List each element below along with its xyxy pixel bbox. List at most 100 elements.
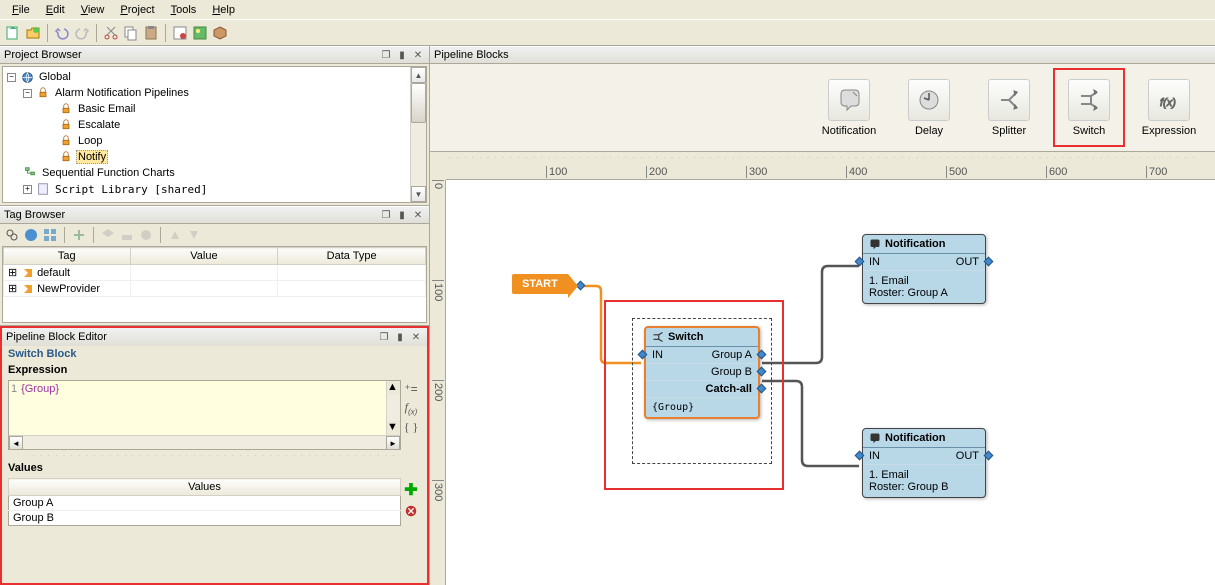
tree-sfc[interactable]: Sequential Function Charts	[40, 167, 177, 179]
table-row[interactable]: Group A	[9, 496, 401, 511]
menu-view[interactable]: View	[73, 2, 113, 18]
port-in[interactable]	[855, 257, 865, 267]
block-editor-title: Pipeline Block Editor	[6, 331, 375, 343]
restore-icon[interactable]: ❐	[377, 330, 391, 344]
switch-block[interactable]: Switch INGroup A Group B Catch-all {Grou…	[644, 326, 760, 419]
notification-block-b[interactable]: Notification INOUT 1. EmailRoster: Group…	[862, 428, 986, 498]
expression-label: Expression	[2, 362, 427, 378]
close-icon[interactable]: ✕	[411, 48, 425, 62]
restore-icon[interactable]: ❐	[379, 208, 393, 222]
palette-expression[interactable]: f(x) Expression	[1133, 68, 1205, 147]
palette-notification[interactable]: Notification	[813, 68, 885, 147]
lock-icon	[59, 150, 73, 164]
tag-e-icon[interactable]	[186, 227, 202, 243]
menu-project[interactable]: Project	[112, 2, 162, 18]
menu-edit[interactable]: Edit	[38, 2, 73, 18]
sfc-icon	[23, 166, 37, 180]
block-palette: Notification Delay Splitter Switch f(x) …	[430, 64, 1215, 152]
delete-value-icon[interactable]	[404, 504, 418, 521]
tag-toolbar	[0, 224, 429, 246]
values-label: Values	[2, 460, 427, 476]
block-editor-panel: Pipeline Block Editor ❐ ▮ ✕ Switch Block…	[0, 326, 429, 585]
lock-icon	[59, 118, 73, 132]
svg-text:f(x): f(x)	[1160, 97, 1176, 109]
menu-bar: File Edit View Project Tools Help	[0, 0, 1215, 20]
expr-plus-icon[interactable]: ⁺=	[404, 382, 417, 396]
tag-table[interactable]: Tag Value Data Type ⊞ default ⊞ NewProvi…	[2, 246, 427, 323]
canvas-area: 100 200 300 400 500 600 700 0 100 200 30…	[430, 164, 1215, 585]
image-icon[interactable]	[191, 24, 209, 42]
tag-col-type[interactable]: Data Type	[278, 248, 426, 265]
cut-icon[interactable]	[102, 24, 120, 42]
port-out[interactable]	[984, 451, 994, 461]
wires	[446, 180, 1215, 585]
menu-tools[interactable]: Tools	[163, 2, 205, 18]
db-icon[interactable]	[171, 24, 189, 42]
tag-col-value[interactable]: Value	[130, 248, 278, 265]
globe-icon[interactable]	[23, 227, 39, 243]
notification-block-a[interactable]: Notification INOUT 1. EmailRoster: Group…	[862, 234, 986, 304]
palette-splitter[interactable]: Splitter	[973, 68, 1045, 147]
expr-fx-icon[interactable]: f(x)	[405, 400, 418, 416]
close-icon[interactable]: ✕	[411, 208, 425, 222]
tag-add-icon[interactable]	[71, 227, 87, 243]
tag-c-icon[interactable]	[138, 227, 154, 243]
close-icon[interactable]: ✕	[409, 330, 423, 344]
project-tree[interactable]: −Global −Alarm Notification Pipelines Ba…	[3, 67, 410, 202]
script-icon	[36, 182, 50, 196]
pipeline-blocks-title: Pipeline Blocks	[434, 49, 1211, 61]
lock-icon	[36, 86, 50, 100]
tag-browser-title: Tag Browser	[4, 209, 377, 221]
undo-icon[interactable]	[53, 24, 71, 42]
tag-d-icon[interactable]	[167, 227, 183, 243]
redo-icon[interactable]	[73, 24, 91, 42]
search-icon[interactable]	[4, 227, 20, 243]
lock-icon	[59, 102, 73, 116]
new-icon[interactable]	[4, 24, 22, 42]
main-toolbar	[0, 20, 1215, 46]
values-col: Values	[9, 479, 401, 496]
globe-icon	[20, 70, 34, 84]
restore-icon[interactable]: ❐	[379, 48, 393, 62]
pin-icon[interactable]: ▮	[393, 330, 407, 344]
grid-icon[interactable]	[42, 227, 58, 243]
tag-a-icon[interactable]	[100, 227, 116, 243]
ruler-vertical: 0 100 200 300	[430, 180, 446, 585]
table-row[interactable]: Group B	[9, 511, 401, 526]
expression-input[interactable]: 1{Group} ▲▼ ◄►	[8, 380, 401, 450]
table-row[interactable]: ⊞ NewProvider	[4, 281, 131, 297]
tag-b-icon[interactable]	[119, 227, 135, 243]
port-out[interactable]	[984, 257, 994, 267]
pipeline-canvas[interactable]: START Switch INGroup A Group B Catch-all…	[446, 180, 1215, 585]
add-value-icon[interactable]: ✚	[404, 480, 417, 500]
open-icon[interactable]	[24, 24, 42, 42]
menu-file[interactable]: File	[4, 2, 38, 18]
tree-item[interactable]: Basic Email	[76, 103, 137, 115]
start-block[interactable]: START	[512, 274, 568, 294]
palette-switch[interactable]: Switch	[1053, 68, 1125, 147]
tree-script[interactable]: Script Library [shared]	[53, 183, 209, 196]
tag-col-tag[interactable]: Tag	[4, 248, 131, 265]
package-icon[interactable]	[211, 24, 229, 42]
tag-browser-panel: Tag Browser ❐ ▮ ✕	[0, 206, 429, 326]
expr-braces-icon[interactable]: { }	[404, 420, 419, 435]
values-table[interactable]: Values Group A Group B	[8, 478, 401, 526]
menu-help[interactable]: Help	[204, 2, 243, 18]
tree-item[interactable]: Escalate	[76, 119, 122, 131]
switch-block-label: Switch Block	[2, 346, 427, 362]
tree-scrollbar[interactable]: ▲▼	[410, 67, 426, 202]
palette-delay[interactable]: Delay	[893, 68, 965, 147]
tree-global[interactable]: Global	[37, 71, 73, 83]
paste-icon[interactable]	[142, 24, 160, 42]
ruler-horizontal: 100 200 300 400 500 600 700	[446, 164, 1215, 180]
tree-item[interactable]: Loop	[76, 135, 104, 147]
lock-icon	[59, 134, 73, 148]
port-out[interactable]	[575, 281, 585, 291]
tree-item-selected[interactable]: Notify	[76, 150, 108, 164]
pin-icon[interactable]: ▮	[395, 48, 409, 62]
pin-icon[interactable]: ▮	[395, 208, 409, 222]
copy-icon[interactable]	[122, 24, 140, 42]
table-row[interactable]: ⊞ default	[4, 265, 131, 281]
tree-anp[interactable]: Alarm Notification Pipelines	[53, 87, 191, 99]
port-in[interactable]	[855, 451, 865, 461]
